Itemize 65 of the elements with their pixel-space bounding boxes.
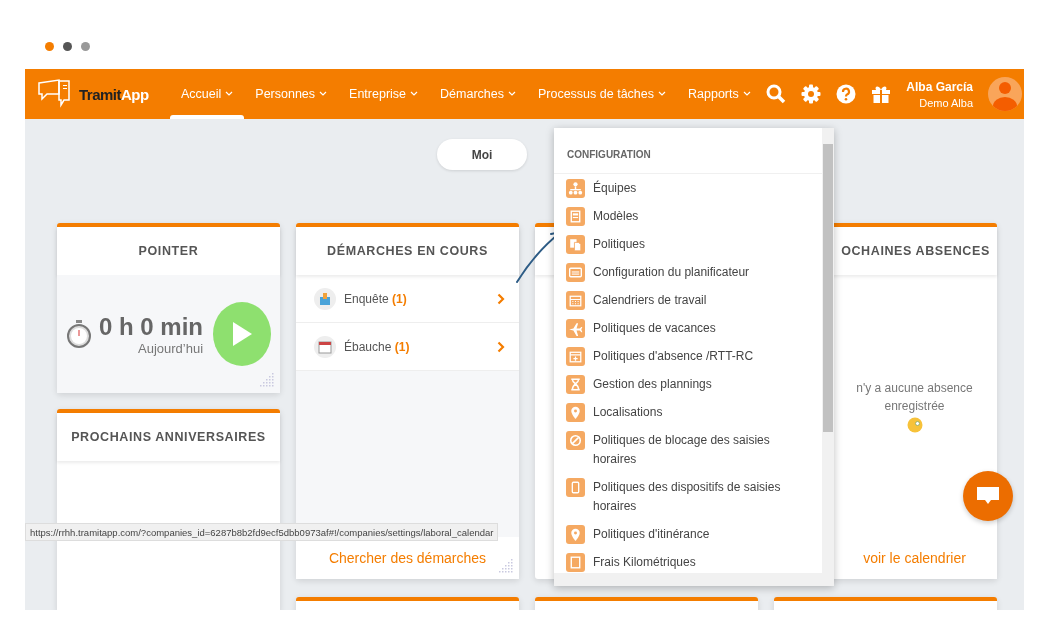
menu-item[interactable]: Frais Kilométriques: [554, 548, 822, 573]
chevron-down-icon: [319, 91, 328, 97]
scrollbar[interactable]: [822, 128, 834, 573]
user-name: Alba García: [906, 79, 973, 94]
menu-item[interactable]: Politiques d'absence /RTT-RC: [554, 342, 822, 370]
window-dot: [81, 42, 90, 51]
resize-grip-icon: [499, 559, 515, 575]
org-chart-icon: [566, 178, 585, 198]
scrollbar[interactable]: [554, 573, 834, 586]
location-pin-icon: [566, 402, 585, 422]
chevron-right-icon: [497, 292, 505, 305]
menu-item[interactable]: Localisations: [554, 398, 822, 426]
calendar-icon: [314, 335, 336, 358]
request-row[interactable]: Enquête (1): [296, 275, 519, 323]
request-label: Ébauche (1): [344, 339, 410, 354]
receipt-icon: [566, 552, 585, 572]
chevron-down-icon: [225, 91, 234, 97]
chevron-down-icon: [658, 91, 666, 97]
menu-item[interactable]: Configuration du planificateur: [554, 258, 822, 286]
list-icon: [566, 262, 585, 282]
menu-item[interactable]: Politiques de vacances: [554, 314, 822, 342]
documents-icon: [566, 234, 585, 254]
settings-icon[interactable]: [801, 84, 822, 104]
calendar-plus-icon: [566, 346, 585, 366]
hourglass-icon: [566, 374, 585, 394]
menu-item[interactable]: Politiques des dispositifs de saisies horaires: [554, 473, 822, 520]
document-icon: [566, 206, 585, 226]
blocked-icon: [566, 430, 585, 450]
status-url: https://rrhh.tramitapp.com/?companies_id=6287b8b2fd9ecf5dbb0973af#!/companies/settings/laboral_calendar: [25, 523, 499, 541]
chevron-down-icon: [742, 91, 751, 97]
window-dot: [45, 42, 54, 51]
elapsed-time: 0 h 0 min: [99, 312, 204, 341]
play-icon: [231, 321, 254, 347]
resize-grip-icon: [260, 373, 276, 389]
window-dot: [63, 42, 72, 51]
chevron-down-icon: [410, 91, 419, 97]
card-title: DÉMARCHES EN COURS: [296, 227, 519, 275]
company-name: Demo Alba: [919, 96, 973, 109]
ballot-box-icon: [314, 287, 336, 310]
gift-icon[interactable]: [871, 84, 892, 104]
menu-item[interactable]: Gestion des plannings: [554, 370, 822, 398]
card-title: PROCHAINS ANNIVERSAIRES: [57, 413, 280, 461]
card-title: POINTER: [57, 227, 280, 275]
menu-item[interactable]: Politiques d'itinérance: [554, 520, 822, 548]
request-label: Enquête (1): [344, 291, 407, 306]
thinking-face-icon: [906, 417, 923, 433]
avatar-icon[interactable]: [988, 77, 1022, 111]
menu-item[interactable]: Équipes: [554, 174, 822, 202]
menu-item[interactable]: Politiques: [554, 230, 822, 258]
stopwatch-icon: [65, 319, 93, 349]
chevron-right-icon: [497, 340, 505, 353]
chevron-down-icon: [507, 91, 516, 97]
menu-item[interactable]: Modèles: [554, 202, 822, 230]
empty-message: n'y a aucune absence enregistrée: [855, 380, 974, 415]
calendar-icon: [566, 290, 585, 310]
view-toggle[interactable]: Moi: [437, 139, 527, 170]
menu-item[interactable]: Calendriers de travail: [554, 286, 822, 314]
location-pin-icon: [566, 524, 585, 544]
menu-item[interactable]: Politiques de blocage des saisies horaires: [554, 426, 822, 473]
phone-icon: [566, 477, 585, 497]
logo-text: TramitApp: [79, 85, 149, 103]
day-label: Aujourd’hui: [138, 340, 204, 356]
plane-icon: [566, 318, 585, 338]
search-icon[interactable]: [766, 84, 787, 104]
help-icon[interactable]: [836, 84, 857, 104]
